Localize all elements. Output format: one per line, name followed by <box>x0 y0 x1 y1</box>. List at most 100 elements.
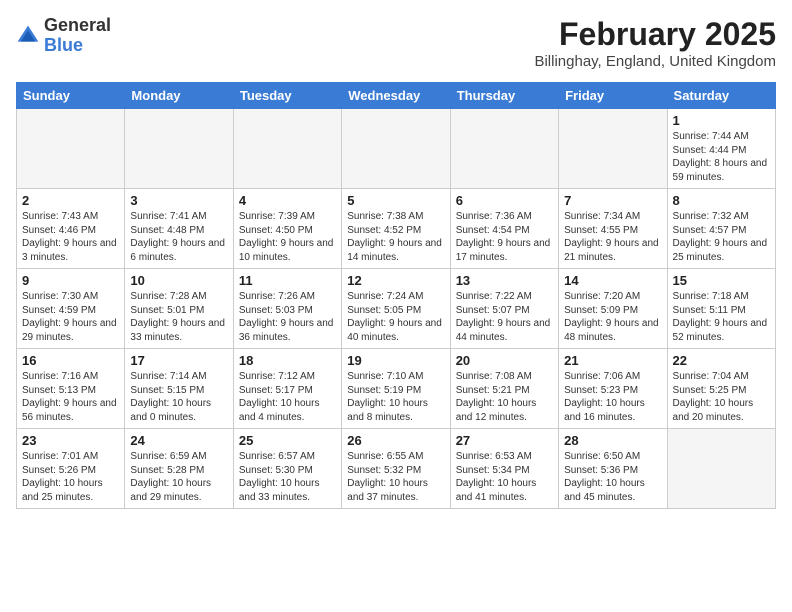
weekday-header-friday: Friday <box>559 83 667 109</box>
calendar-cell: 5 Sunrise: 7:38 AM Sunset: 4:52 PM Daylig… <box>342 189 450 269</box>
calendar-cell: 25 Sunrise: 6:57 AM Sunset: 5:30 PM Dayli… <box>233 429 341 509</box>
day-number: 20 <box>456 353 553 368</box>
calendar-cell: 26 Sunrise: 6:55 AM Sunset: 5:32 PM Dayli… <box>342 429 450 509</box>
day-number: 16 <box>22 353 119 368</box>
day-number: 22 <box>673 353 770 368</box>
weekday-header-sunday: Sunday <box>17 83 125 109</box>
day-number: 4 <box>239 193 336 208</box>
day-info: Sunrise: 7:24 AM Sunset: 5:05 PM Dayligh… <box>347 290 444 344</box>
day-number: 5 <box>347 193 444 208</box>
day-number: 19 <box>347 353 444 368</box>
day-number: 1 <box>673 113 770 128</box>
day-number: 9 <box>22 273 119 288</box>
day-number: 7 <box>564 193 661 208</box>
day-info: Sunrise: 7:20 AM Sunset: 5:09 PM Dayligh… <box>564 290 661 344</box>
day-info: Sunrise: 7:32 AM Sunset: 4:57 PM Dayligh… <box>673 210 770 264</box>
calendar-cell: 21 Sunrise: 7:06 AM Sunset: 5:23 PM Dayli… <box>559 349 667 429</box>
week-row-3: 9 Sunrise: 7:30 AM Sunset: 4:59 PM Daylig… <box>17 269 776 349</box>
calendar-cell: 7 Sunrise: 7:34 AM Sunset: 4:55 PM Daylig… <box>559 189 667 269</box>
page-header: General Blue February 2025 Billinghay, E… <box>16 16 776 70</box>
weekday-header-monday: Monday <box>125 83 233 109</box>
calendar-cell <box>342 109 450 189</box>
location: Billinghay, England, United Kingdom <box>534 53 776 70</box>
day-number: 18 <box>239 353 336 368</box>
calendar-cell: 12 Sunrise: 7:24 AM Sunset: 5:05 PM Dayli… <box>342 269 450 349</box>
day-number: 25 <box>239 433 336 448</box>
day-info: Sunrise: 7:12 AM Sunset: 5:17 PM Dayligh… <box>239 370 336 424</box>
day-info: Sunrise: 7:22 AM Sunset: 5:07 PM Dayligh… <box>456 290 553 344</box>
day-number: 24 <box>130 433 227 448</box>
title-block: February 2025 Billinghay, England, Unite… <box>534 16 776 70</box>
day-info: Sunrise: 7:30 AM Sunset: 4:59 PM Dayligh… <box>22 290 119 344</box>
calendar-cell: 13Sunrise: 7:22 AM Sunset: 5:07 PM Dayli… <box>450 269 558 349</box>
week-row-5: 23Sunrise: 7:01 AM Sunset: 5:26 PM Dayli… <box>17 429 776 509</box>
calendar-cell: 3 Sunrise: 7:41 AM Sunset: 4:48 PM Daylig… <box>125 189 233 269</box>
calendar-cell: 6Sunrise: 7:36 AM Sunset: 4:54 PM Daylig… <box>450 189 558 269</box>
calendar-cell: 23Sunrise: 7:01 AM Sunset: 5:26 PM Dayli… <box>17 429 125 509</box>
calendar-cell: 22 Sunrise: 7:04 AM Sunset: 5:25 PM Dayli… <box>667 349 775 429</box>
day-info: Sunrise: 6:57 AM Sunset: 5:30 PM Dayligh… <box>239 450 336 504</box>
logo-general: General <box>44 15 111 35</box>
day-info: Sunrise: 7:16 AM Sunset: 5:13 PM Dayligh… <box>22 370 119 424</box>
week-row-4: 16 Sunrise: 7:16 AM Sunset: 5:13 PM Dayli… <box>17 349 776 429</box>
day-info: Sunrise: 6:59 AM Sunset: 5:28 PM Dayligh… <box>130 450 227 504</box>
day-number: 28 <box>564 433 661 448</box>
day-number: 27 <box>456 433 553 448</box>
calendar-cell: 11Sunrise: 7:26 AM Sunset: 5:03 PM Dayli… <box>233 269 341 349</box>
calendar-table: SundayMondayTuesdayWednesdayThursdayFrid… <box>16 82 776 509</box>
calendar-cell: 18 Sunrise: 7:12 AM Sunset: 5:17 PM Dayli… <box>233 349 341 429</box>
calendar-cell <box>125 109 233 189</box>
day-info: Sunrise: 7:39 AM Sunset: 4:50 PM Dayligh… <box>239 210 336 264</box>
calendar-cell: 4 Sunrise: 7:39 AM Sunset: 4:50 PM Daylig… <box>233 189 341 269</box>
calendar-cell <box>559 109 667 189</box>
logo-icon <box>16 24 40 48</box>
day-number: 2 <box>22 193 119 208</box>
calendar-cell <box>233 109 341 189</box>
day-number: 26 <box>347 433 444 448</box>
day-info: Sunrise: 7:14 AM Sunset: 5:15 PM Dayligh… <box>130 370 227 424</box>
day-number: 11 <box>239 273 336 288</box>
calendar-cell: 24 Sunrise: 6:59 AM Sunset: 5:28 PM Dayli… <box>125 429 233 509</box>
calendar-cell <box>450 109 558 189</box>
day-number: 12 <box>347 273 444 288</box>
calendar-cell: 1 Sunrise: 7:44 AM Sunset: 4:44 PM Daylig… <box>667 109 775 189</box>
calendar-cell: 8 Sunrise: 7:32 AM Sunset: 4:57 PM Daylig… <box>667 189 775 269</box>
weekday-row: SundayMondayTuesdayWednesdayThursdayFrid… <box>17 83 776 109</box>
calendar-body: 1 Sunrise: 7:44 AM Sunset: 4:44 PM Daylig… <box>17 109 776 509</box>
logo: General Blue <box>16 16 111 56</box>
day-number: 10 <box>130 273 227 288</box>
week-row-1: 1 Sunrise: 7:44 AM Sunset: 4:44 PM Daylig… <box>17 109 776 189</box>
day-number: 6 <box>456 193 553 208</box>
day-info: Sunrise: 7:28 AM Sunset: 5:01 PM Dayligh… <box>130 290 227 344</box>
day-number: 8 <box>673 193 770 208</box>
calendar-cell: 2 Sunrise: 7:43 AM Sunset: 4:46 PM Daylig… <box>17 189 125 269</box>
day-info: Sunrise: 7:38 AM Sunset: 4:52 PM Dayligh… <box>347 210 444 264</box>
day-info: Sunrise: 7:06 AM Sunset: 5:23 PM Dayligh… <box>564 370 661 424</box>
day-info: Sunrise: 7:04 AM Sunset: 5:25 PM Dayligh… <box>673 370 770 424</box>
week-row-2: 2 Sunrise: 7:43 AM Sunset: 4:46 PM Daylig… <box>17 189 776 269</box>
calendar-cell: 28Sunrise: 6:50 AM Sunset: 5:36 PM Dayli… <box>559 429 667 509</box>
day-info: Sunrise: 7:41 AM Sunset: 4:48 PM Dayligh… <box>130 210 227 264</box>
calendar-cell: 19 Sunrise: 7:10 AM Sunset: 5:19 PM Dayli… <box>342 349 450 429</box>
weekday-header-wednesday: Wednesday <box>342 83 450 109</box>
day-number: 14 <box>564 273 661 288</box>
calendar-cell <box>667 429 775 509</box>
day-info: Sunrise: 7:44 AM Sunset: 4:44 PM Dayligh… <box>673 130 770 184</box>
day-info: Sunrise: 7:18 AM Sunset: 5:11 PM Dayligh… <box>673 290 770 344</box>
weekday-header-thursday: Thursday <box>450 83 558 109</box>
day-info: Sunrise: 7:43 AM Sunset: 4:46 PM Dayligh… <box>22 210 119 264</box>
day-info: Sunrise: 7:10 AM Sunset: 5:19 PM Dayligh… <box>347 370 444 424</box>
calendar-cell: 17 Sunrise: 7:14 AM Sunset: 5:15 PM Dayli… <box>125 349 233 429</box>
calendar-cell: 15Sunrise: 7:18 AM Sunset: 5:11 PM Dayli… <box>667 269 775 349</box>
day-info: Sunrise: 7:34 AM Sunset: 4:55 PM Dayligh… <box>564 210 661 264</box>
weekday-header-saturday: Saturday <box>667 83 775 109</box>
day-number: 3 <box>130 193 227 208</box>
calendar-cell: 20Sunrise: 7:08 AM Sunset: 5:21 PM Dayli… <box>450 349 558 429</box>
day-number: 17 <box>130 353 227 368</box>
day-number: 23 <box>22 433 119 448</box>
calendar-cell: 27Sunrise: 6:53 AM Sunset: 5:34 PM Dayli… <box>450 429 558 509</box>
day-number: 21 <box>564 353 661 368</box>
calendar-cell: 9 Sunrise: 7:30 AM Sunset: 4:59 PM Daylig… <box>17 269 125 349</box>
day-info: Sunrise: 6:55 AM Sunset: 5:32 PM Dayligh… <box>347 450 444 504</box>
logo-text: General Blue <box>44 16 111 56</box>
